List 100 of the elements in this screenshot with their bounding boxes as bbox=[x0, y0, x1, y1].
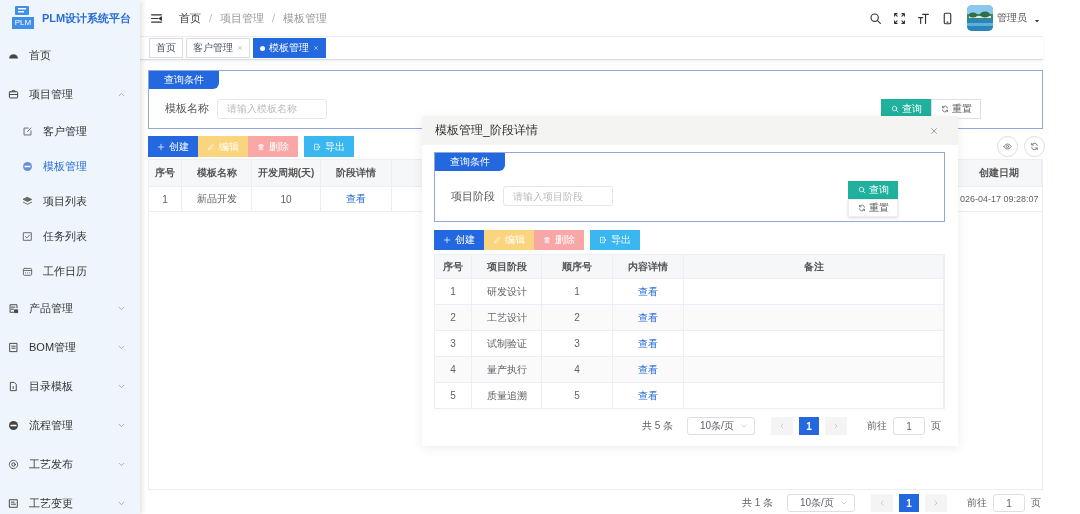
page-button[interactable]: 1 bbox=[899, 494, 919, 512]
view-link[interactable]: 查看 bbox=[613, 331, 684, 356]
chevron-down-icon bbox=[117, 382, 126, 391]
chevron-right-icon bbox=[832, 422, 840, 430]
chevron-left-icon bbox=[778, 422, 786, 430]
toolbar-button[interactable]: 创建 bbox=[434, 230, 484, 250]
table-cell: 5 bbox=[435, 383, 472, 408]
checkbox-icon bbox=[22, 231, 33, 242]
refresh-icon bbox=[1030, 142, 1039, 151]
table-cell: 3 bbox=[542, 331, 613, 356]
total-count: 共 1 条 bbox=[741, 496, 773, 510]
close-icon bbox=[929, 125, 939, 136]
view-link[interactable]: 查看 bbox=[321, 187, 392, 211]
trash-icon bbox=[257, 142, 265, 151]
phone-icon bbox=[941, 11, 954, 25]
toolbar-button[interactable]: 创建 bbox=[148, 136, 198, 157]
trash-icon bbox=[543, 236, 551, 244]
menu-item[interactable]: 工艺变更 bbox=[0, 484, 140, 514]
submenu-item[interactable]: 项目列表 bbox=[0, 184, 140, 219]
table-cell: 试制验证 bbox=[472, 331, 542, 356]
table-cell: 1 bbox=[149, 187, 182, 211]
input-field[interactable]: 请输入模板名称 bbox=[217, 98, 327, 119]
document-icon bbox=[8, 498, 19, 509]
table-cell: 量产执行 bbox=[472, 357, 542, 382]
page-button[interactable]: 1 bbox=[799, 417, 819, 435]
menu-item[interactable]: 工艺发布 bbox=[0, 445, 140, 484]
box-icon bbox=[8, 89, 19, 100]
prev-page-button[interactable] bbox=[771, 417, 793, 435]
list-icon bbox=[8, 342, 19, 353]
export-icon bbox=[313, 142, 321, 151]
page-tab[interactable]: 客户管理 bbox=[186, 38, 250, 58]
page-size-select[interactable]: 10条/页 bbox=[687, 417, 755, 435]
table-cell: 10 bbox=[252, 187, 321, 211]
page-input[interactable]: 1 bbox=[893, 417, 925, 435]
menu-item[interactable]: BOM管理 bbox=[0, 328, 140, 367]
breadcrumb-separator: / bbox=[209, 12, 213, 24]
page-suffix: 页 bbox=[1031, 496, 1041, 510]
table-cell: 2 bbox=[542, 305, 613, 330]
calendar-icon bbox=[22, 266, 33, 277]
input-field[interactable]: 请输入项目阶段 bbox=[503, 186, 613, 206]
view-link[interactable]: 查看 bbox=[613, 305, 684, 330]
chevron-down-icon bbox=[117, 421, 126, 430]
page-input[interactable]: 1 bbox=[993, 494, 1025, 512]
chevron-down-icon bbox=[117, 499, 126, 508]
chevron-down-icon bbox=[117, 304, 126, 313]
next-page-button[interactable] bbox=[925, 494, 947, 512]
table-cell: 5 bbox=[542, 383, 613, 408]
table-cell: 1 bbox=[435, 279, 472, 304]
column-header: 阶段详情 bbox=[321, 160, 392, 186]
menu-item[interactable]: 首页 bbox=[0, 36, 140, 75]
table-cell: 4 bbox=[435, 357, 472, 382]
query-button[interactable]: 重置 bbox=[931, 98, 981, 119]
user-name[interactable]: 管理员 bbox=[997, 11, 1027, 25]
page-tab[interactable]: 模板管理 bbox=[253, 38, 326, 58]
table-cell: 4 bbox=[542, 357, 613, 382]
view-link[interactable]: 查看 bbox=[613, 383, 684, 408]
column-header: 序号 bbox=[435, 255, 472, 278]
menu-item[interactable]: 目录模板 bbox=[0, 367, 140, 406]
column-header: 模板名称 bbox=[182, 160, 252, 186]
menu-item[interactable]: 产品管理 bbox=[0, 289, 140, 328]
goto-label: 前往 bbox=[867, 419, 887, 433]
chevron-down-icon bbox=[840, 499, 848, 507]
table-cell-text: 026-04-17 09:28:07 bbox=[959, 193, 1040, 206]
search-icon bbox=[857, 186, 866, 194]
submenu-item[interactable]: 工作日历 bbox=[0, 254, 140, 289]
next-page-button[interactable] bbox=[825, 417, 847, 435]
breadcrumb-item: 项目管理 bbox=[220, 10, 265, 26]
close-icon bbox=[237, 45, 243, 51]
prev-page-button[interactable] bbox=[871, 494, 893, 512]
search-icon bbox=[869, 11, 882, 25]
column-header: 备注 bbox=[684, 255, 944, 278]
view-link[interactable]: 查看 bbox=[613, 279, 684, 304]
edit-icon bbox=[22, 126, 33, 137]
fullscreen-icon bbox=[893, 11, 906, 25]
field-label: 模板名称 bbox=[165, 101, 209, 116]
table-cell: 研发设计 bbox=[472, 279, 542, 304]
chevron-left-icon bbox=[878, 499, 886, 507]
table-cell: 工艺设计 bbox=[472, 305, 542, 330]
menu-fold-icon bbox=[150, 11, 163, 25]
logo: PLM bbox=[12, 5, 34, 31]
app-title: PLM设计系统平台 bbox=[42, 10, 132, 26]
chevron-up-icon bbox=[117, 90, 126, 99]
submenu-item[interactable]: 模板管理 bbox=[0, 149, 140, 184]
submenu-item[interactable]: 客户管理 bbox=[0, 114, 140, 149]
view-link[interactable]: 查看 bbox=[613, 357, 684, 382]
menu-item[interactable]: 流程管理 bbox=[0, 406, 140, 445]
chevron-down-icon bbox=[117, 343, 126, 352]
query-button[interactable]: 重置 bbox=[848, 199, 898, 217]
table-cell: 3 bbox=[435, 331, 472, 356]
breadcrumb-item[interactable]: 首页 bbox=[179, 10, 201, 26]
caret-icon bbox=[1033, 17, 1041, 25]
menu-item[interactable]: 项目管理 bbox=[0, 75, 140, 114]
page-size-select[interactable]: 10条/页 bbox=[787, 494, 855, 512]
table-cell: 2 bbox=[435, 305, 472, 330]
submenu-item[interactable]: 任务列表 bbox=[0, 219, 140, 254]
chevron-down-icon bbox=[117, 460, 126, 469]
chevron-down-icon bbox=[740, 422, 748, 430]
page-tab[interactable]: 首页 bbox=[149, 38, 183, 58]
breadcrumb-item: 模板管理 bbox=[283, 10, 328, 26]
field-label: 项目阶段 bbox=[451, 188, 495, 204]
